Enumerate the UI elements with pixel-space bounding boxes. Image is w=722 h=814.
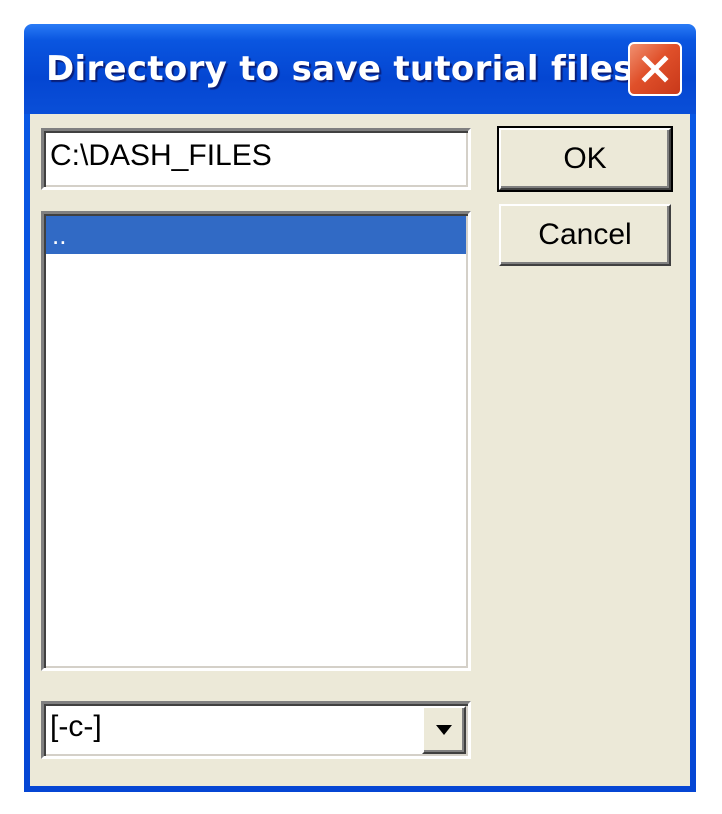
close-button[interactable] [628,42,682,96]
window-title: Directory to save tutorial files [46,49,634,89]
cancel-button[interactable]: Cancel [499,204,671,266]
path-field[interactable]: C:\DASH_FILES [41,128,471,190]
chevron-down-icon [436,725,452,735]
directory-list[interactable]: .. [41,211,471,671]
drive-select[interactable]: [-c-] [41,701,471,759]
title-bar[interactable]: Directory to save tutorial files [24,24,696,114]
dialog-window: Directory to save tutorial files C:\DASH… [24,24,696,792]
drive-select-value: [-c-] [50,710,102,743]
list-item[interactable]: .. [46,216,466,254]
dialog-body: C:\DASH_FILES .. [-c-] OK Cancel [30,114,690,786]
close-icon [641,55,669,83]
drive-dropdown-button[interactable] [422,706,466,754]
ok-button[interactable]: OK [497,126,673,192]
